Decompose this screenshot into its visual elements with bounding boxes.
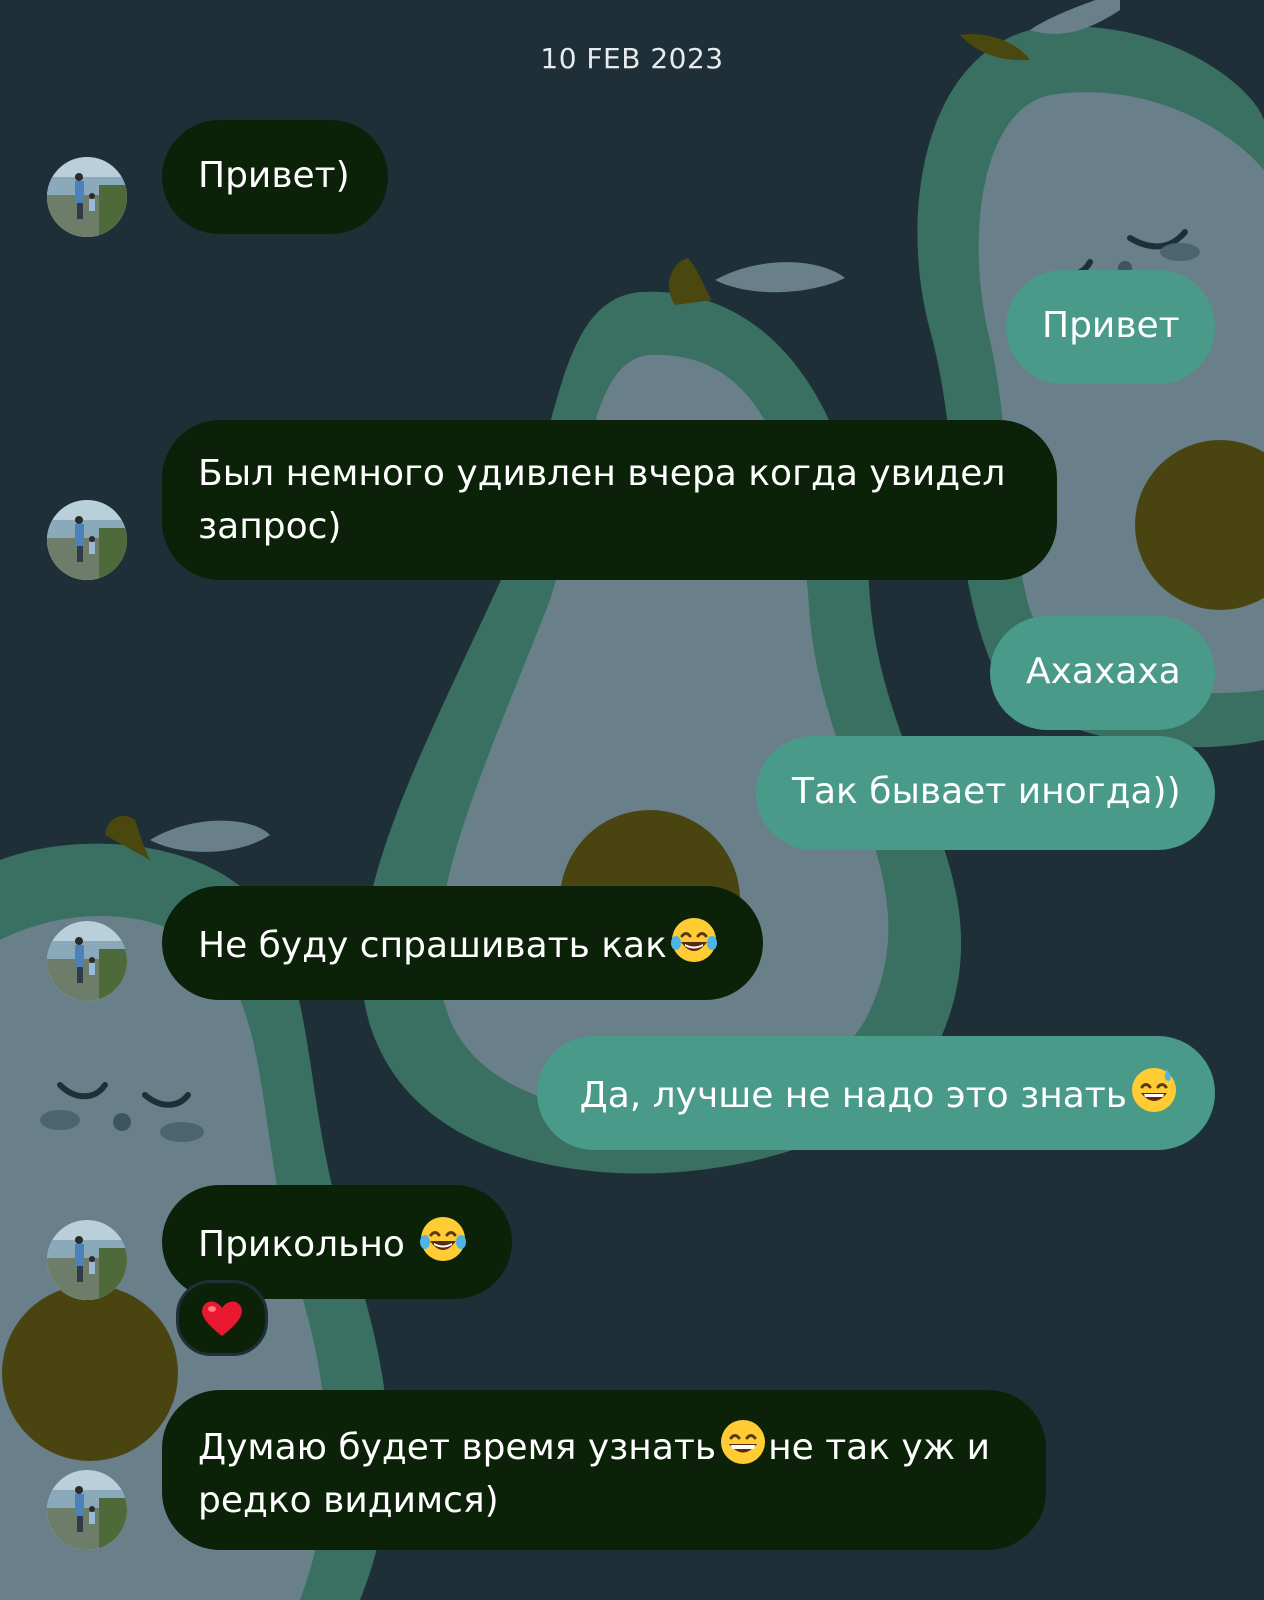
- incoming-message[interactable]: Не буду спрашивать как: [162, 886, 763, 1000]
- outgoing-message[interactable]: Привет: [1006, 270, 1215, 384]
- grinning-sweat-emoji-icon: [1132, 1068, 1176, 1112]
- avatar[interactable]: [47, 1470, 127, 1550]
- message-text: Да, лучше не надо это знать: [579, 1075, 1127, 1116]
- message-reaction[interactable]: [176, 1280, 268, 1356]
- tears-of-joy-emoji-icon: [670, 918, 717, 962]
- message-text: Ахахаха: [1026, 651, 1181, 692]
- tears-of-joy-emoji-icon: [420, 1217, 467, 1261]
- date-separator: 10 FEB 2023: [540, 42, 724, 75]
- avatar-photo-icon: [47, 157, 127, 237]
- avatar[interactable]: [47, 921, 127, 1001]
- message-text: Прикольно: [198, 1224, 417, 1265]
- avatar[interactable]: [47, 500, 127, 580]
- incoming-message[interactable]: Думаю будет время узнать не так уж и ред…: [162, 1390, 1046, 1550]
- avatar[interactable]: [47, 1220, 127, 1300]
- message-text: Думаю будет время узнать: [198, 1427, 717, 1468]
- outgoing-message[interactable]: Да, лучше не надо это знать: [537, 1036, 1215, 1150]
- incoming-message[interactable]: Был немного удивлен вчера когда увидел з…: [162, 420, 1057, 580]
- message-text: Привет: [1042, 305, 1180, 346]
- avatar-photo-icon: [47, 921, 127, 1001]
- outgoing-message[interactable]: Так бывает иногда)): [756, 736, 1215, 850]
- message-text: Привет): [198, 155, 350, 196]
- avatar-photo-icon: [47, 1470, 127, 1550]
- red-heart-icon: [202, 1301, 242, 1336]
- message-text: Так бывает иногда)): [792, 771, 1181, 812]
- message-text: Был немного удивлен вчера когда увидел з…: [198, 453, 1006, 547]
- avatar-photo-icon: [47, 1220, 127, 1300]
- grinning-smile-emoji-icon: [721, 1420, 766, 1464]
- avatar[interactable]: [47, 157, 127, 237]
- outgoing-message[interactable]: Ахахаха: [990, 616, 1215, 730]
- incoming-message[interactable]: Привет): [162, 120, 388, 234]
- message-text: Не буду спрашивать как: [198, 925, 667, 966]
- avatar-photo-icon: [47, 500, 127, 580]
